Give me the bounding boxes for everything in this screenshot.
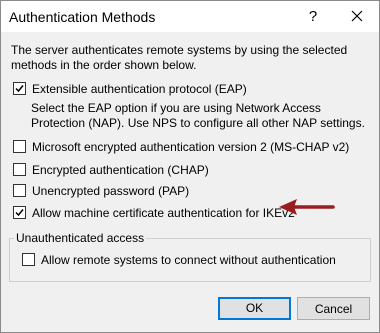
checkmark-icon [15, 209, 24, 217]
unauthenticated-label[interactable]: Allow remote systems to connect without … [41, 253, 336, 267]
intro-text: The server authenticates remote systems … [11, 43, 348, 72]
dialog-title: Authentication Methods [9, 9, 156, 25]
authentication-methods-dialog: Authentication Methods ? The server auth… [0, 0, 380, 333]
pap-label[interactable]: Unencrypted password (PAP) [32, 184, 189, 198]
chap-checkbox[interactable] [13, 163, 26, 176]
eap-note: Select the EAP option if you are using N… [31, 101, 365, 130]
ok-button[interactable]: OK [218, 297, 291, 320]
mschapv2-label[interactable]: Microsoft encrypted authentication versi… [32, 140, 349, 154]
help-icon: ? [308, 8, 318, 25]
arrow-left-icon [279, 199, 335, 215]
unauthenticated-checkbox[interactable] [22, 253, 35, 266]
pap-checkbox[interactable] [13, 184, 26, 197]
ikev2-label[interactable]: Allow machine certificate authentication… [32, 206, 295, 220]
close-icon [351, 10, 363, 22]
ikev2-checkbox[interactable] [13, 206, 26, 219]
mschapv2-checkbox[interactable] [13, 140, 26, 153]
help-button[interactable]: ? [293, 1, 333, 32]
cancel-button[interactable]: Cancel [297, 297, 370, 320]
eap-label[interactable]: Extensible authentication protocol (EAP) [32, 82, 247, 96]
group-title: Unauthenticated access [14, 231, 147, 245]
unauthenticated-access-group: Unauthenticated access Allow remote syst… [9, 231, 371, 282]
eap-checkbox[interactable] [13, 82, 26, 95]
dialog-body: The server authenticates remote systems … [1, 32, 379, 332]
chap-label[interactable]: Encrypted authentication (CHAP) [32, 163, 209, 177]
title-bar: Authentication Methods ? [1, 1, 379, 32]
close-button[interactable] [337, 1, 377, 32]
checkmark-icon [15, 85, 24, 93]
